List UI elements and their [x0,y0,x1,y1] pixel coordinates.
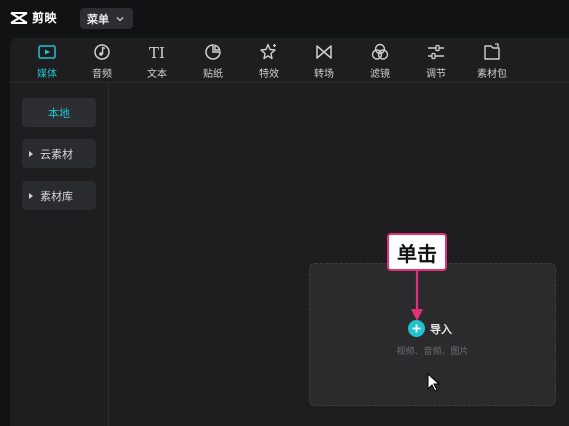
import-hint: 视频、音频、图片 [396,347,469,357]
caret-right-icon [29,192,33,199]
chevron-down-icon [116,16,124,21]
tab-material-pack-label: 素材包 [477,69,507,80]
sidebar-item-local[interactable]: 本地 [22,98,96,127]
svg-text:TI: TI [149,44,165,62]
sidebar-item-library[interactable]: 素材库 [22,181,96,210]
sidebar-item-label: 本地 [48,106,70,120]
transition-icon [316,45,332,59]
effects-icon [260,43,276,60]
menu-button-label: 菜单 [87,12,109,26]
material-pack-icon [484,43,500,60]
tab-media-label: 媒体 [37,69,57,80]
tab-transition-label: 转场 [314,69,334,80]
click-callout: 单击 [387,233,447,271]
media-content-area: 导入 视频、音频、图片 [109,83,569,426]
title-bar: 剪映 菜单 [0,0,569,38]
media-icon [38,45,56,59]
tab-effects-label: 特效 [259,69,279,80]
mouse-cursor-icon [427,373,441,392]
media-toolbar: 媒体 音频 TI 文本 贴纸 特效 转场 滤镜 调节 素材包 [10,38,569,83]
caret-right-icon [29,150,33,157]
app-name: 剪映 [32,11,58,25]
filter-icon [371,43,389,60]
tab-effects[interactable]: 特效 [244,41,294,81]
tab-media[interactable]: 媒体 [22,41,72,81]
capcut-logo-icon [10,11,28,24]
app-logo: 剪映 [10,9,57,26]
tab-sticker-label: 贴纸 [203,69,223,80]
tab-transition[interactable]: 转场 [299,41,349,81]
sidebar-item-label: 云素材 [40,147,73,161]
tab-audio[interactable]: 音频 [77,41,127,81]
tab-filter-label: 滤镜 [370,69,390,80]
menu-button[interactable]: 菜单 [80,8,133,29]
media-sidebar: 本地 云素材 素材库 [10,83,109,426]
import-label: 导入 [430,322,452,336]
tab-adjust-label: 调节 [426,69,446,80]
audio-icon [94,44,110,60]
sidebar-item-cloud[interactable]: 云素材 [22,139,96,168]
sticker-icon [205,44,221,60]
tab-text[interactable]: TI 文本 [132,41,182,81]
sidebar-item-label: 素材库 [40,189,73,203]
tab-filter[interactable]: 滤镜 [355,41,405,81]
workspace: 媒体 音频 TI 文本 贴纸 特效 转场 滤镜 调节 素材包 本地 云素材 素材… [10,38,569,426]
tab-sticker[interactable]: 贴纸 [188,41,238,81]
adjust-icon [428,44,444,60]
tab-text-label: 文本 [147,69,167,80]
tab-adjust[interactable]: 调节 [411,41,461,81]
callout-arrow-icon [411,271,423,321]
tab-material-pack[interactable]: 素材包 [467,41,517,81]
text-icon: TI [149,44,165,62]
tab-audio-label: 音频 [92,69,112,80]
